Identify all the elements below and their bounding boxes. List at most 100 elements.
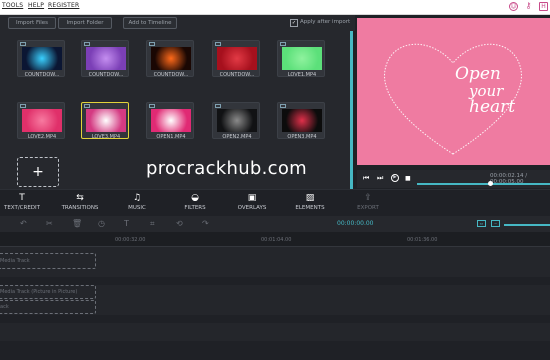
video-file-icon xyxy=(280,42,286,46)
tab-icon: ♫ xyxy=(132,193,142,203)
user-icon[interactable]: ☺ xyxy=(509,2,518,11)
video-file-icon xyxy=(20,104,26,108)
watermark-text: procrackhub.com xyxy=(146,158,307,179)
crop-icon[interactable]: ⌗ xyxy=(150,219,155,229)
audio-track[interactable] xyxy=(0,323,550,341)
media-thumbnail[interactable]: OPEN2.MP4 xyxy=(212,102,260,140)
media-thumbnail[interactable]: OPEN3.MP4 xyxy=(277,102,325,140)
zoom-out-icon[interactable]: − xyxy=(491,220,500,227)
zoom-slider[interactable] xyxy=(504,224,550,226)
menu-bar: TOOLS HELP REGISTER ☺ ⚷ H xyxy=(0,0,550,15)
logo-icon: H xyxy=(539,2,548,11)
delete-icon[interactable]: 🗑 xyxy=(72,219,82,228)
preview-divider[interactable] xyxy=(350,31,353,189)
preview-title-line3: heart xyxy=(469,97,516,117)
media-thumbnail-label: OPEN3.MP4 xyxy=(287,134,317,140)
import-files-button[interactable]: Import Files xyxy=(8,17,56,29)
tab-elements[interactable]: ▨ ELEMENTS xyxy=(280,192,340,211)
text-track-placeholder[interactable]: ack xyxy=(0,300,96,314)
tab-icon: ⇪ xyxy=(364,193,372,203)
thumbnail-image xyxy=(217,47,257,70)
tab-label: FILTERS xyxy=(184,205,206,211)
tab-filters[interactable]: ◒ FILTERS xyxy=(165,192,225,211)
video-file-icon xyxy=(20,42,26,46)
tab-label: TEXT/CREDIT xyxy=(3,205,41,211)
thumbnail-image xyxy=(151,47,191,70)
media-thumbnail[interactable]: COUNTDOW... xyxy=(146,40,194,78)
thumbnail-image xyxy=(151,109,191,132)
tab-overlays[interactable]: ▣ OVERLAYS xyxy=(222,192,282,211)
media-thumbnail-label: COUNTDOW... xyxy=(24,72,60,78)
video-file-icon xyxy=(280,104,286,108)
pip-track-placeholder[interactable]: Media Track (Picture in Picture) xyxy=(0,285,96,299)
menu-register[interactable]: REGISTER xyxy=(48,2,79,9)
tab-icon: ◒ xyxy=(191,193,199,203)
stop-icon[interactable]: ■ xyxy=(405,175,411,182)
video-file-icon xyxy=(149,104,155,108)
preview-title-line1: Open xyxy=(455,64,501,84)
media-track-placeholder[interactable]: Media Track xyxy=(0,253,96,269)
undo-icon[interactable]: ↶ xyxy=(20,219,27,228)
menu-help[interactable]: HELP xyxy=(28,2,44,9)
media-thumbnail[interactable]: LOVE1.MP4 xyxy=(277,40,325,78)
tab-icon: T xyxy=(19,193,25,203)
thumbnail-image xyxy=(217,109,257,132)
zoom-fit-icon[interactable]: ⇔ xyxy=(477,220,486,227)
clock-icon[interactable]: ◷ xyxy=(98,219,105,228)
redo-icon[interactable]: ↷ xyxy=(202,219,209,228)
media-thumbnail-label: COUNTDOW... xyxy=(88,72,124,78)
timeline-ruler[interactable]: 00:00:32.00 00:01:04.00 00:01:36.00 xyxy=(0,232,550,247)
checkbox-icon[interactable]: ✓ xyxy=(290,19,298,27)
heart-outline xyxy=(384,43,522,155)
media-thumbnail[interactable]: OPEN1.MP4 xyxy=(146,102,194,140)
import-folder-button[interactable]: Import Folder xyxy=(58,17,112,29)
add-media-button[interactable]: + xyxy=(17,157,59,187)
tab-icon: ⇆ xyxy=(76,193,84,203)
media-thumbnail[interactable]: COUNTDOW... xyxy=(212,40,260,78)
thumbnail-image xyxy=(86,47,126,70)
pip-track[interactable]: Media Track (Picture in Picture) ack xyxy=(0,285,550,315)
apply-after-import-toggle[interactable]: ✓ Apply after import xyxy=(290,19,350,27)
tab-label: ELEMENTS xyxy=(295,205,325,211)
media-thumbnail[interactable]: LOVE3.MP4 xyxy=(81,102,129,140)
menu-tools[interactable]: TOOLS xyxy=(2,2,23,9)
tab-transitions[interactable]: ⇆ TRANSITIONS xyxy=(50,192,110,211)
media-track[interactable]: Media Track xyxy=(0,247,550,277)
tab-label: OVERLAYS xyxy=(237,205,267,211)
thumbnail-image xyxy=(86,109,126,132)
tab-icon: ▨ xyxy=(305,193,315,203)
play-button[interactable]: ▶ xyxy=(391,174,399,182)
media-thumbnail[interactable]: LOVE2.MP4 xyxy=(17,102,65,140)
tab-icon: ▣ xyxy=(247,193,257,203)
tab-label: MUSIC xyxy=(128,205,146,211)
cut-icon[interactable]: ✂ xyxy=(46,219,53,228)
thumbnail-image xyxy=(22,47,62,70)
timeline-toolbar: ↶ ✂ 🗑 ◷ T ⌗ ⟲ ↷ 00:00:00.00 ⇔ − xyxy=(0,216,550,232)
scrubber-handle[interactable] xyxy=(488,181,493,186)
media-thumbnail-label: COUNTDOW... xyxy=(219,72,255,78)
skip-forward-icon[interactable]: ⏭ xyxy=(377,174,383,183)
media-thumbnail-label: LOVE1.MP4 xyxy=(287,72,317,78)
media-thumbnail[interactable]: COUNTDOW... xyxy=(81,40,129,78)
add-to-timeline-button[interactable]: Add to Timeline xyxy=(123,17,177,29)
tab-export[interactable]: ⇪ EXPORT xyxy=(338,192,398,211)
video-file-icon xyxy=(84,42,90,46)
video-file-icon xyxy=(215,42,221,46)
text-icon[interactable]: T xyxy=(124,219,129,228)
skip-back-icon[interactable]: ⏮ xyxy=(363,174,369,183)
key-icon[interactable]: ⚷ xyxy=(524,2,533,11)
media-thumbnail[interactable]: COUNTDOW... xyxy=(17,40,65,78)
track-gap xyxy=(0,277,550,285)
timeline-timecode: 00:00:00.00 xyxy=(337,220,374,227)
tab-music[interactable]: ♫ MUSIC xyxy=(107,192,167,211)
video-file-icon xyxy=(84,104,90,108)
thumbnail-image xyxy=(22,109,62,132)
rotate-icon[interactable]: ⟲ xyxy=(176,219,183,228)
media-thumbnail-label: OPEN2.MP4 xyxy=(222,134,252,140)
thumbnail-image xyxy=(282,109,322,132)
tab-text-credit[interactable]: T TEXT/CREDIT xyxy=(0,192,52,211)
playback-scrubber[interactable] xyxy=(417,181,550,186)
apply-after-import-label: Apply after import xyxy=(300,19,351,25)
player-controls: ⏮ ⏭ ▶ ■ 00:00:02.14 / 00:00:05.00 xyxy=(357,170,550,188)
tab-label: EXPORT xyxy=(357,205,379,211)
